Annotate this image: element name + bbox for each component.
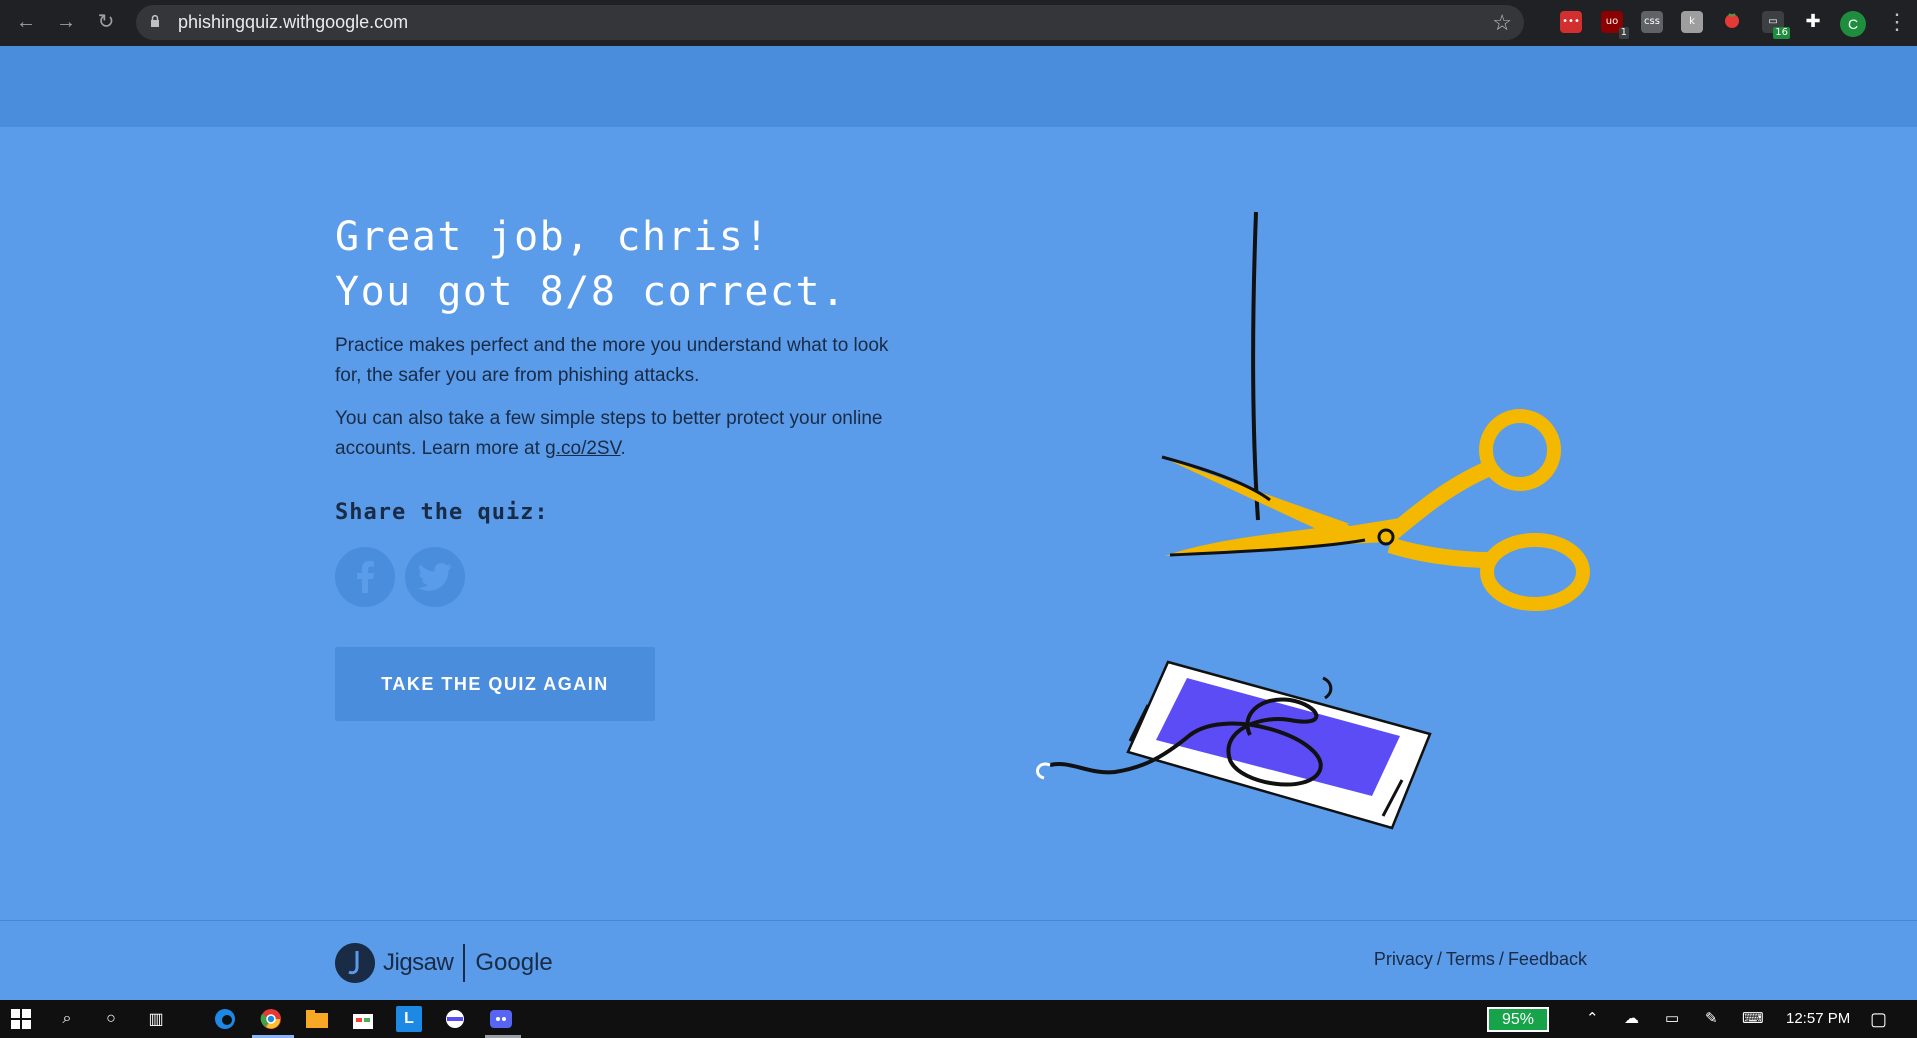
pen-icon[interactable]: ✎ (1705, 1000, 1718, 1038)
twitter-icon (418, 563, 452, 591)
protect-period: . (620, 438, 626, 459)
link-separator: / (1436, 949, 1442, 969)
scissors-illustration (1161, 409, 1590, 611)
thread-line (1251, 211, 1260, 521)
vpn-app-icon[interactable] (442, 1006, 468, 1032)
headline-score: You got 8/8 correct. (335, 269, 847, 315)
discord-icon[interactable] (488, 1006, 514, 1032)
link-separator: / (1498, 949, 1504, 969)
lastpass-icon[interactable]: ••• (1560, 11, 1582, 33)
google-wordmark: Google (475, 949, 553, 976)
browser-toolbar: ← → ↻ phishingquiz.withgoogle.com ☆ ••• … (0, 0, 1917, 46)
ublock-badge: 1 (1618, 27, 1629, 39)
site-footer: Jigsaw Google Privacy / Terms / Feedback (0, 920, 1917, 1000)
search-icon[interactable]: ⌕ (54, 1006, 80, 1032)
headline-greeting: Great job, chris! (335, 214, 770, 260)
profile-avatar[interactable]: C (1840, 11, 1866, 37)
clock[interactable]: 12:57 PM (1786, 1000, 1850, 1038)
bookmark-star-icon[interactable]: ☆ (1492, 5, 1512, 40)
l-app-icon[interactable]: L (396, 1006, 422, 1032)
feedback-link[interactable]: Feedback (1508, 949, 1587, 969)
extensions-puzzle-icon[interactable]: ✚ (1802, 11, 1824, 33)
jigsaw-wordmark: Jigsaw (383, 949, 454, 976)
take-quiz-again-button[interactable]: TAKE THE QUIZ AGAIN (335, 647, 655, 721)
url-text: phishingquiz.withgoogle.com (178, 12, 409, 32)
facebook-icon (357, 561, 374, 593)
menu-dots-icon[interactable]: ⋮ (1886, 8, 1908, 36)
phone-illustration (1035, 660, 1432, 830)
facebook-share-button[interactable] (335, 547, 395, 607)
k-icon[interactable]: k (1681, 11, 1703, 33)
task-view-icon[interactable]: ▥ (143, 1006, 169, 1032)
store-icon[interactable] (350, 1006, 376, 1032)
forward-icon[interactable]: → (52, 8, 80, 36)
footer-links: Privacy / Terms / Feedback (1374, 949, 1587, 970)
tab-counter-badge: 16 (1773, 27, 1790, 39)
tab-counter-icon[interactable]: ▭ 16 (1762, 11, 1790, 39)
battery-indicator[interactable]: 95% (1487, 1007, 1549, 1032)
practice-paragraph: Practice makes perfect and the more you … (335, 335, 889, 386)
scissors-phone-illustration (1035, 211, 1590, 830)
battery-tray-icon[interactable]: ▭ (1665, 1000, 1679, 1038)
twitter-share-button[interactable] (405, 547, 465, 607)
share-title: Share the quiz: (335, 500, 549, 525)
windows-start-icon[interactable] (8, 1006, 34, 1032)
chrome-icon[interactable] (258, 1006, 284, 1032)
header-band (0, 46, 1917, 127)
windows-taskbar: ⌕ ○ ▥ L 95% ⌃ ☁ ▭ ✎ ⌨ 12:57 PM ▢ (0, 1000, 1917, 1038)
2sv-link[interactable]: g.co/2SV (545, 438, 620, 459)
brand-divider (463, 944, 466, 982)
jigsaw-google-logo[interactable]: Jigsaw Google (335, 943, 553, 983)
reload-icon[interactable]: ↻ (92, 8, 120, 36)
cortana-icon[interactable]: ○ (98, 1006, 124, 1032)
address-bar[interactable]: phishingquiz.withgoogle.com ☆ (136, 5, 1524, 40)
notification-icon[interactable]: ▢ (1870, 1000, 1887, 1038)
result-headline: Great job, chris! You got 8/8 correct. (335, 210, 847, 320)
lock-icon (151, 15, 159, 27)
protect-paragraph: You can also take a few simple steps to … (335, 404, 895, 464)
result-section (0, 127, 1917, 920)
keyboard-icon[interactable]: ⌨ (1742, 1000, 1764, 1038)
privacy-link[interactable]: Privacy (1374, 949, 1433, 969)
onedrive-icon[interactable]: ☁ (1624, 1000, 1639, 1038)
edge-icon[interactable] (212, 1006, 238, 1032)
ublock-icon[interactable]: uo 1 (1601, 11, 1629, 39)
tomato-icon[interactable] (1721, 11, 1743, 33)
tray-overflow-icon[interactable]: ⌃ (1586, 1000, 1599, 1038)
file-explorer-icon[interactable] (304, 1006, 330, 1032)
jigsaw-logo-icon (335, 943, 375, 983)
css-icon[interactable]: css (1641, 11, 1663, 33)
back-icon[interactable]: ← (12, 8, 40, 36)
terms-link[interactable]: Terms (1446, 949, 1495, 969)
